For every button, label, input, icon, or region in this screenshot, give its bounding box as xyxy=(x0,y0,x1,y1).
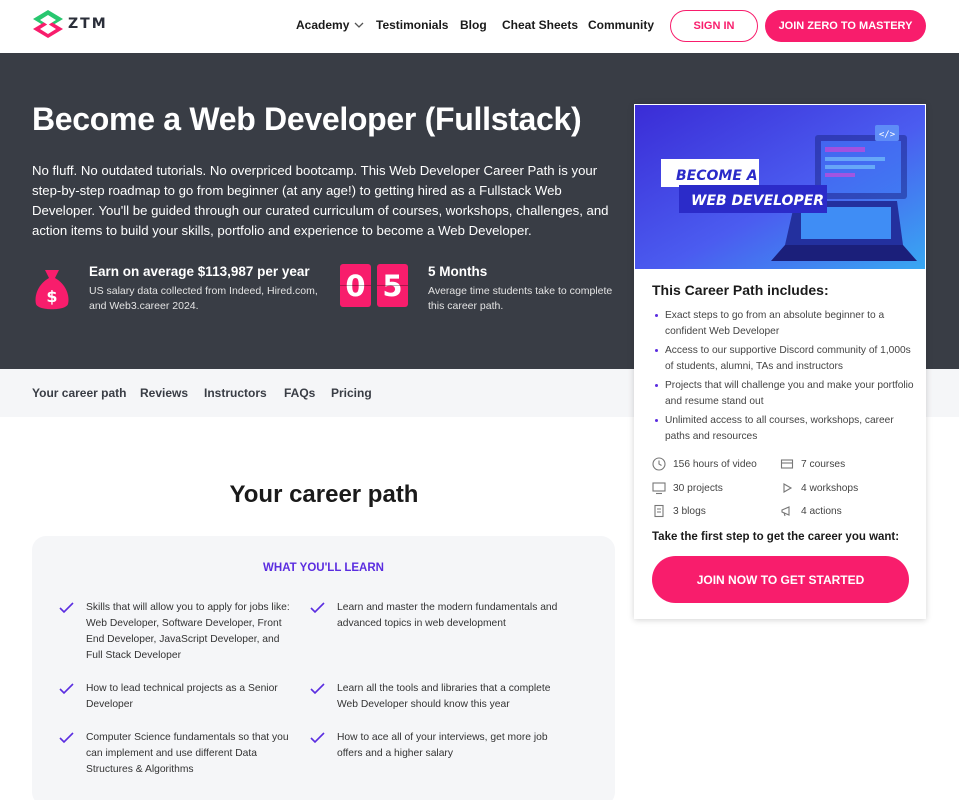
ztm-logo[interactable]: ZTM xyxy=(32,9,108,39)
join-now-button[interactable]: JOIN NOW TO GET STARTED xyxy=(652,556,909,603)
nav-blog[interactable]: Blog xyxy=(460,18,502,32)
money-bag-icon: $ xyxy=(35,270,69,310)
join-button[interactable]: JOIN ZERO TO MASTERY xyxy=(765,10,926,42)
months-title: 5 Months xyxy=(428,264,488,279)
banner-text-line1: BECOME A xyxy=(676,168,758,184)
learn-item: Skills that will allow you to apply for … xyxy=(59,600,297,664)
banner-text-line2: WEB DEVELOPER xyxy=(691,193,824,209)
ztm-logo-icon xyxy=(33,10,63,38)
hero-description: No fluff. No outdated tutorials. No over… xyxy=(32,163,609,238)
months-digit-1: 0 xyxy=(340,264,371,307)
feature-courses: 7 courses xyxy=(780,457,845,471)
list-item: Exact steps to go from an absolute begin… xyxy=(652,308,914,340)
sign-in-button[interactable]: SIGN IN xyxy=(670,10,758,42)
check-icon xyxy=(59,683,74,695)
learn-item: Learn and master the modern fundamentals… xyxy=(310,600,570,632)
page-title: Become a Web Developer (Fullstack) xyxy=(32,101,582,137)
learn-item: Learn all the tools and libraries that a… xyxy=(310,681,570,713)
chevron-down-icon xyxy=(354,22,364,28)
feature-courses-label: 7 courses xyxy=(801,458,846,470)
learn-item-text: Learn and master the modern fundamentals… xyxy=(337,602,558,629)
tab-faqs[interactable]: FAQs xyxy=(284,386,315,400)
tab-career-path[interactable]: Your career path xyxy=(32,386,126,400)
play-icon xyxy=(783,483,793,493)
list-item: Projects that will challenge you and mak… xyxy=(652,378,914,410)
learn-item-text: How to lead technical projects as a Seni… xyxy=(86,683,278,710)
salary-subtitle: US salary data collected from Indeed, Hi… xyxy=(89,285,318,312)
months-subtitle: Average time students take to complete t… xyxy=(428,285,613,312)
check-icon xyxy=(59,732,74,744)
monitor-icon xyxy=(652,482,666,495)
site-header: ZTM Academy Testimonials Blog Cheat Shee… xyxy=(0,0,959,53)
learn-item: How to ace all of your interviews, get m… xyxy=(310,730,570,762)
clock-icon xyxy=(652,457,666,471)
card-includes-list: Exact steps to go from an absolute begin… xyxy=(652,308,914,448)
nav-academy[interactable]: Academy xyxy=(296,18,376,32)
what-you-learn-box: WHAT YOU'LL LEARN Skills that will allow… xyxy=(32,536,615,800)
courses-icon xyxy=(780,459,794,469)
nav-academy-label: Academy xyxy=(296,18,350,32)
check-icon xyxy=(310,732,325,744)
course-banner-image: </> BECOME A WEB DEVELOPER xyxy=(635,105,925,269)
nav-testimonials-label: Testimonials xyxy=(376,18,449,32)
learn-item-text: Computer Science fundamentals so that yo… xyxy=(86,732,289,775)
learn-item-text: How to ace all of your interviews, get m… xyxy=(337,732,548,759)
document-icon xyxy=(654,504,664,518)
main-nav: Academy Testimonials Blog Cheat Sheets C… xyxy=(296,18,654,32)
check-icon xyxy=(59,602,74,614)
feature-actions: 4 actions xyxy=(780,504,842,518)
feature-actions-label: 4 actions xyxy=(801,505,842,517)
nav-blog-label: Blog xyxy=(460,18,487,32)
tab-instructors[interactable]: Instructors xyxy=(204,386,267,400)
logo-text: ZTM xyxy=(68,16,108,32)
svg-text:$: $ xyxy=(46,287,57,306)
feature-blogs-label: 3 blogs xyxy=(673,505,706,517)
nav-testimonials[interactable]: Testimonials xyxy=(376,18,460,32)
nav-community[interactable]: Community xyxy=(588,18,654,32)
months-digit-2: 5 xyxy=(377,264,408,307)
check-icon xyxy=(310,602,325,614)
learn-item-text: Learn all the tools and libraries that a… xyxy=(337,683,551,710)
feature-projects: 30 projects xyxy=(652,481,723,495)
svg-text:</>: </> xyxy=(879,130,896,140)
tab-reviews[interactable]: Reviews xyxy=(140,386,188,400)
check-icon xyxy=(310,683,325,695)
learn-item: Computer Science fundamentals so that yo… xyxy=(59,730,297,778)
nav-community-label: Community xyxy=(588,18,654,32)
list-item: Unlimited access to all courses, worksho… xyxy=(652,413,914,445)
career-path-title: Your career path xyxy=(229,481,419,508)
career-path-card: </> BECOME A WEB DEVELOPER This Career P… xyxy=(634,104,926,619)
feature-workshops: 4 workshops xyxy=(780,481,858,495)
feature-projects-label: 30 projects xyxy=(673,482,723,494)
list-item: Access to our supportive Discord communi… xyxy=(652,343,914,375)
tab-pricing[interactable]: Pricing xyxy=(331,386,372,400)
salary-title: Earn on average $113,987 per year xyxy=(89,264,310,279)
feature-video-label: 156 hours of video xyxy=(673,458,757,470)
cta-label: Take the first step to get the career yo… xyxy=(652,531,900,543)
feature-workshops-label: 4 workshops xyxy=(801,482,859,494)
learn-item: How to lead technical projects as a Seni… xyxy=(59,681,297,713)
feature-video: 156 hours of video xyxy=(652,457,757,471)
learn-heading: WHAT YOU'LL LEARN xyxy=(263,562,384,574)
feature-blogs: 3 blogs xyxy=(652,504,706,518)
megaphone-icon xyxy=(781,506,790,517)
card-title: This Career Path includes: xyxy=(652,282,829,298)
nav-cheat-sheets[interactable]: Cheat Sheets xyxy=(502,18,588,32)
learn-item-text: Skills that will allow you to apply for … xyxy=(86,602,290,661)
nav-cheat-sheets-label: Cheat Sheets xyxy=(502,18,579,32)
